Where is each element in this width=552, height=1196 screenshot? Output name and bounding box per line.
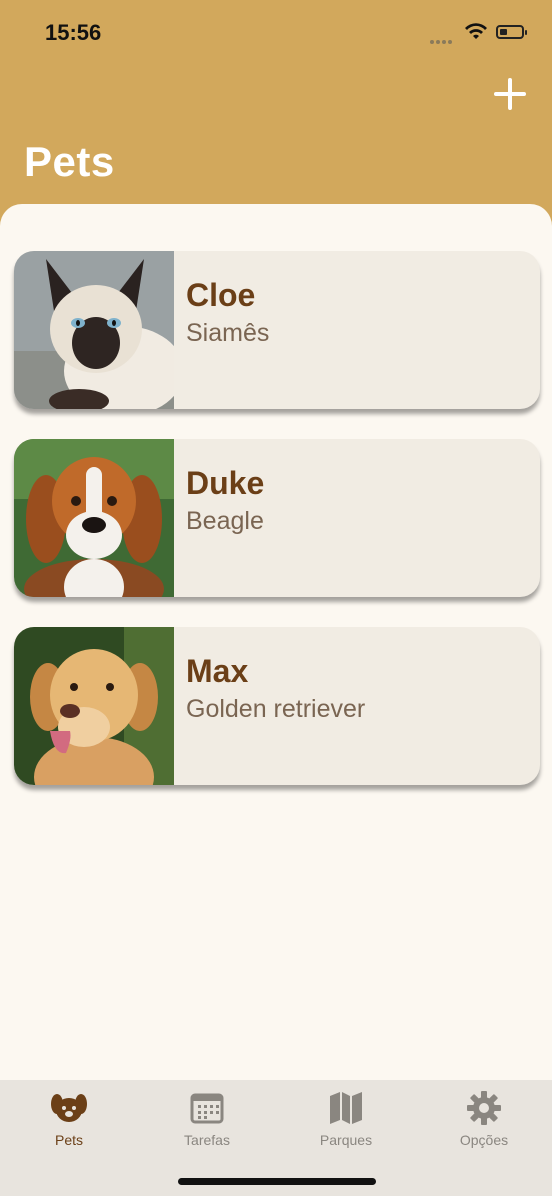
pet-name: Max [186, 653, 249, 689]
tab-pets[interactable]: Pets [0, 1090, 138, 1160]
wifi-icon [465, 23, 487, 39]
siamese-cat-photo [14, 251, 174, 409]
battery-icon [496, 25, 527, 39]
calendar-icon [190, 1093, 224, 1124]
pet-breed: Golden retriever [186, 695, 366, 723]
pet-card-cloe[interactable]: Cloe Siamês [14, 251, 540, 409]
pet-list: Cloe Siamês Duke Beagle Max Golden retri… [0, 204, 552, 1080]
pet-breed: Beagle [186, 507, 264, 535]
pet-card-max[interactable]: Max Golden retriever [14, 627, 540, 785]
dog-icon [51, 1094, 87, 1122]
add-pet-button[interactable] [494, 78, 526, 110]
tab-label: Parques [319, 1132, 373, 1148]
tab-parques[interactable]: Parques [277, 1090, 415, 1160]
tab-label: Pets [54, 1132, 83, 1148]
golden-retriever-photo [14, 627, 174, 785]
nav-header: 15:56 Pets [0, 0, 552, 230]
pet-name: Duke [186, 465, 265, 501]
tab-tarefas[interactable]: Tarefas [138, 1090, 276, 1160]
pet-card-duke[interactable]: Duke Beagle [14, 439, 540, 597]
map-icon [330, 1092, 362, 1124]
beagle-photo [14, 439, 174, 597]
pet-name: Cloe [186, 277, 256, 313]
status-time: 15:56 [45, 20, 102, 45]
gear-icon [467, 1091, 501, 1125]
home-indicator [178, 1178, 376, 1185]
signal-icon [430, 31, 456, 44]
tab-label: Tarefas [184, 1132, 230, 1148]
page-title: Pets [24, 138, 115, 185]
tab-label: Opções [459, 1132, 509, 1148]
pet-breed: Siamês [186, 319, 270, 347]
tab-opcoes[interactable]: Opções [415, 1090, 552, 1160]
